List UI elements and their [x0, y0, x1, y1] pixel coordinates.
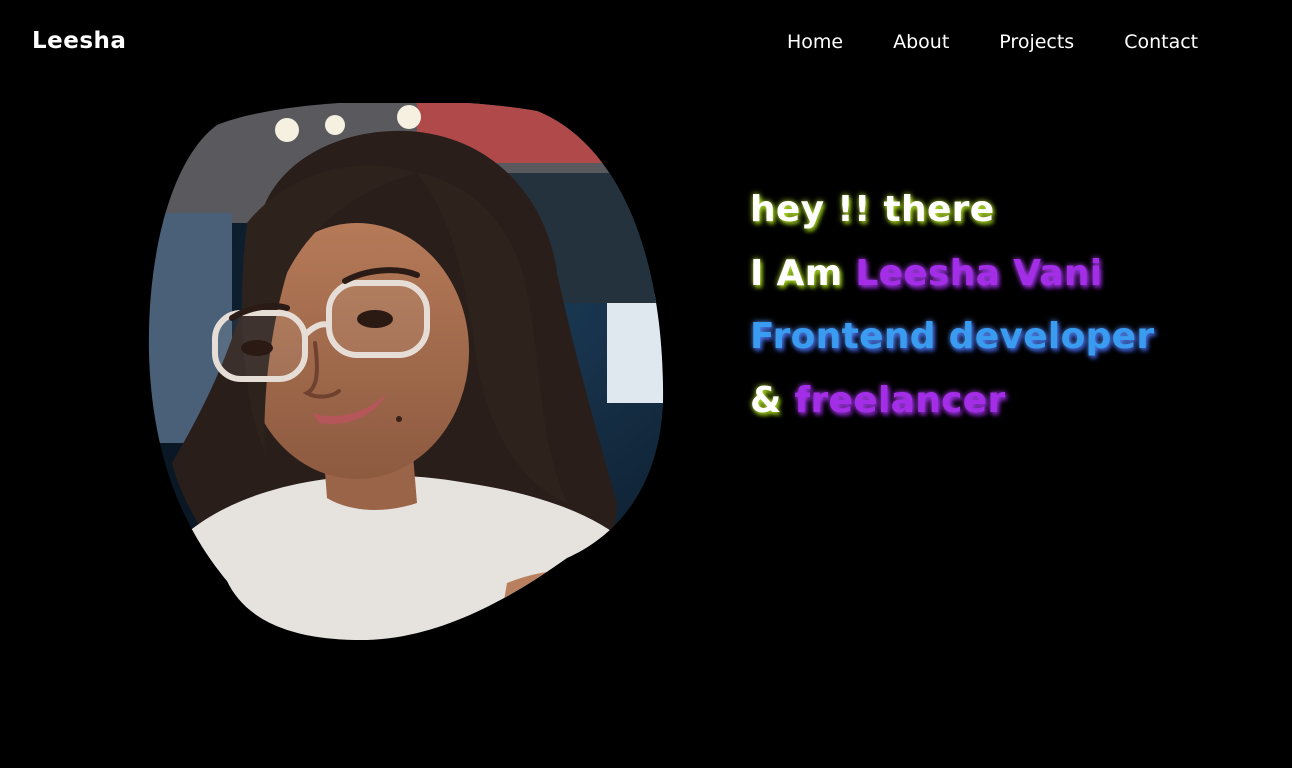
nav-projects-link[interactable]: Projects — [999, 28, 1074, 56]
freelancer-text: freelancer — [794, 379, 1006, 421]
nav-home-link[interactable]: Home — [787, 28, 843, 56]
site-logo[interactable]: Leesha — [32, 24, 126, 58]
hero-intro: hey !! there I Am Leesha Vani Frontend d… — [750, 178, 1154, 432]
profile-photo — [147, 103, 665, 641]
freelancer-line: & freelancer — [750, 369, 1154, 433]
ampersand-text: & — [750, 379, 795, 421]
name-line: I Am Leesha Vani — [750, 242, 1154, 306]
nav-contact-link[interactable]: Contact — [1124, 28, 1198, 56]
main-nav: Home About Projects Contact — [787, 28, 1198, 56]
nav-about-link[interactable]: About — [893, 28, 949, 56]
greeting-text: hey !! there — [750, 189, 995, 230]
role-text: Frontend developer — [750, 316, 1155, 357]
name-text: Leesha Vani — [855, 252, 1103, 294]
name-prefix-text: I Am — [750, 252, 856, 294]
